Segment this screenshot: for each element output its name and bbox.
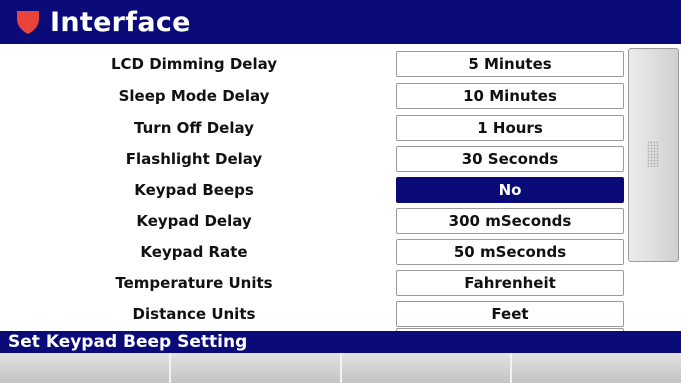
setting-value-field[interactable]: 30 Seconds — [396, 146, 624, 172]
page-title: Interface — [50, 6, 191, 38]
setting-label: Flashlight Delay — [125, 150, 263, 168]
setting-value-field[interactable]: 300 mSeconds — [396, 208, 624, 234]
shield-icon — [17, 11, 39, 34]
setting-label: LCD Dimming Delay — [110, 55, 278, 73]
grip-icon — [647, 141, 659, 167]
setting-label: Temperature Units — [115, 274, 273, 292]
setting-row-turn-off-delay: Turn Off Delay 1 Hours — [0, 112, 628, 144]
softkey-3[interactable] — [341, 353, 513, 383]
setting-row-temperature-units: Temperature Units Fahrenheit — [0, 267, 628, 299]
setting-label: Keypad Beeps — [134, 181, 254, 199]
setting-label: Keypad Delay — [136, 212, 252, 230]
softkey-1[interactable] — [0, 353, 171, 383]
setting-row-keypad-beeps: Keypad Beeps No — [0, 174, 628, 206]
softkey-4[interactable] — [512, 353, 681, 383]
setting-row-lcd-dimming-delay: LCD Dimming Delay 5 Minutes — [0, 48, 628, 80]
scrollbar-thumb[interactable] — [628, 48, 679, 262]
setting-value-field-selected[interactable]: No — [396, 177, 624, 203]
setting-value-field[interactable]: 10 Minutes — [396, 83, 624, 109]
setting-value-field[interactable]: Fahrenheit — [396, 270, 624, 296]
softkey-2[interactable] — [170, 353, 342, 383]
settings-panel: LCD Dimming Delay 5 Minutes Sleep Mode D… — [0, 44, 681, 331]
setting-row-keypad-delay: Keypad Delay 300 mSeconds — [0, 205, 628, 237]
setting-value-field[interactable]: 5 Minutes — [396, 51, 624, 77]
setting-row-sleep-mode-delay: Sleep Mode Delay 10 Minutes — [0, 80, 628, 112]
softkey-bar — [0, 353, 681, 383]
setting-label: Turn Off Delay — [134, 119, 254, 137]
setting-value-field[interactable]: 1 Hours — [396, 115, 624, 141]
setting-label: Keypad Rate — [140, 243, 248, 261]
title-bar: Interface — [0, 0, 681, 44]
status-bar: Set Keypad Beep Setting — [0, 331, 681, 353]
setting-value-field[interactable]: 50 mSeconds — [396, 239, 624, 265]
setting-row-keypad-rate: Keypad Rate 50 mSeconds — [0, 236, 628, 268]
setting-row-flashlight-delay: Flashlight Delay 30 Seconds — [0, 143, 628, 175]
setting-label: Sleep Mode Delay — [118, 87, 270, 105]
setting-value-field[interactable]: Feet — [396, 301, 624, 327]
